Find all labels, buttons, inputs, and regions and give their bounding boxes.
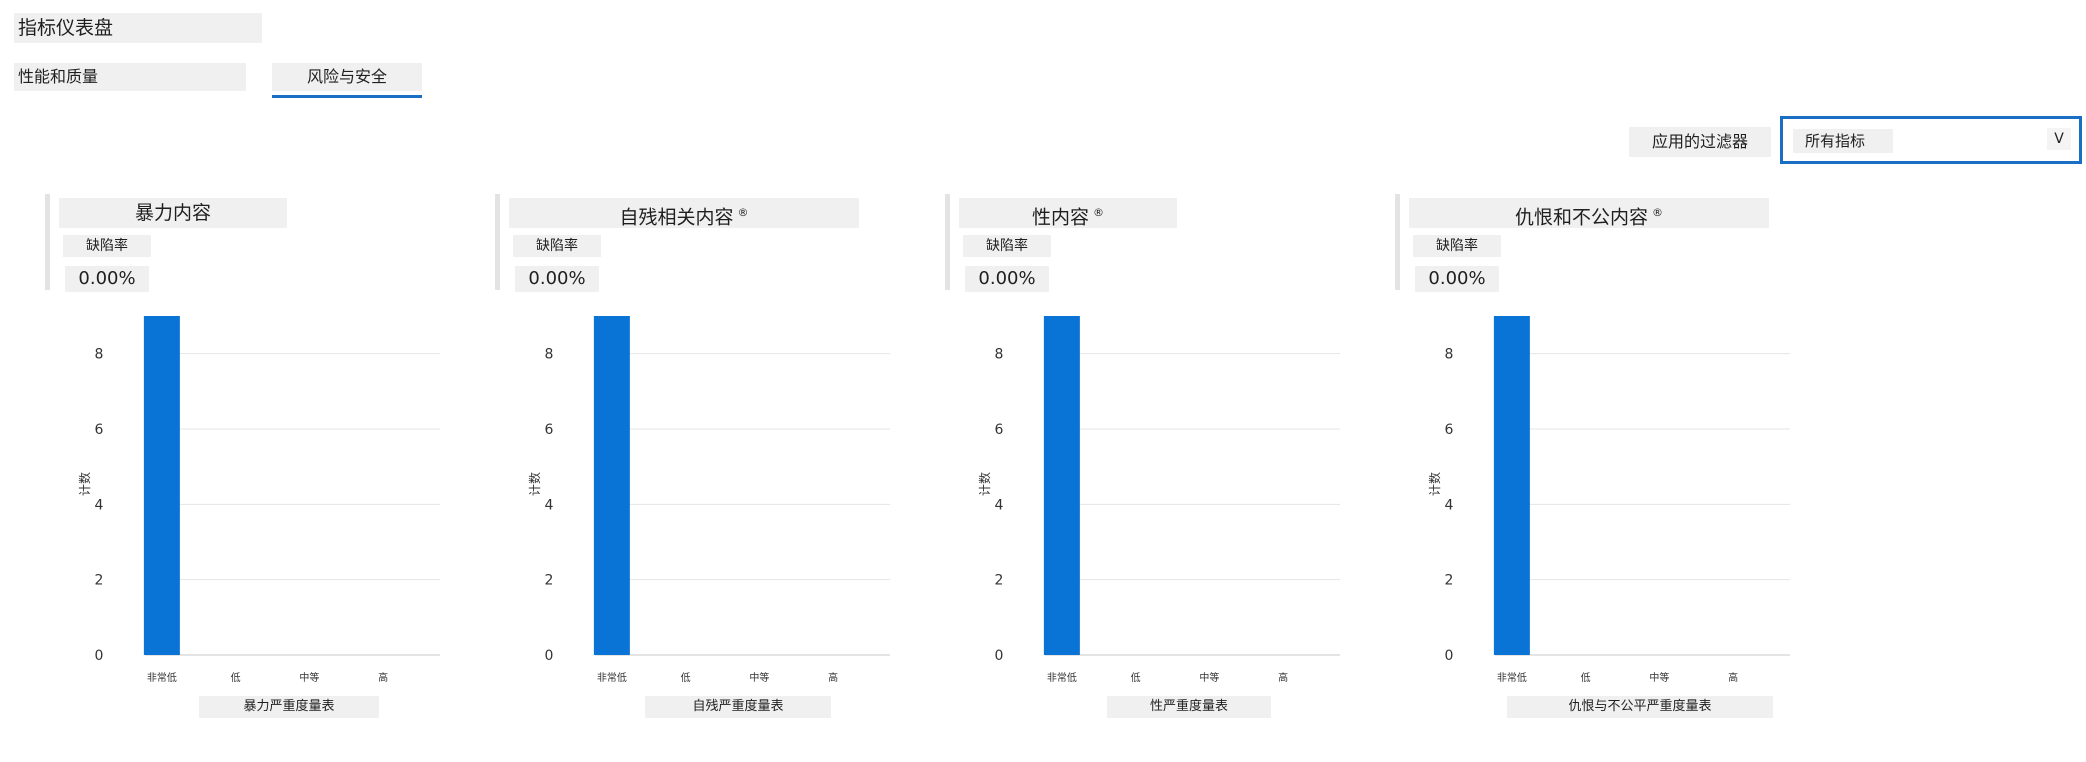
x-tick-label: 中等: [749, 671, 769, 684]
page-title: 指标仪表盘: [14, 13, 262, 43]
x-tick-label: 非常低: [147, 671, 177, 684]
card-hate-unfairness: 仇恨和不公内容 ® 缺陷率 0.00% 0 2 4 6 8 计数 非常低低中等高 仇恨与不公平…: [1395, 194, 1825, 734]
y-axis-label: 计数: [77, 472, 92, 496]
bar-0[interactable]: [593, 316, 630, 655]
x-tick-label: 低: [1131, 671, 1141, 684]
tab-performance-quality[interactable]: 性能和质量: [14, 63, 246, 91]
y-tick-label: 4: [1445, 497, 1454, 513]
y-tick-label: 4: [95, 497, 104, 513]
card-self-harm: 自残相关内容 ® 缺陷率 0.00% 0 2 4 6 8 计数 非常低低中等高 自残严重度量表: [495, 194, 925, 734]
severity-bar-chart: 0 2 4 6 8 计数非常低 低 中等 高: [977, 316, 1340, 684]
severity-bar-chart: 0 2 4 6 8 计数非常低 低 中等 高: [1427, 316, 1790, 684]
x-axis-label: 仇恨与不公平严重度量表: [1507, 696, 1773, 718]
x-tick-label: 非常低: [1497, 671, 1527, 684]
y-axis-label: 计数: [977, 472, 992, 496]
filter-selected-value: 所有指标: [1793, 129, 1893, 153]
y-tick-label: 6: [545, 422, 554, 438]
severity-bar-chart: 0 2 4 6 8 计数非常低 低 中等 高: [77, 316, 440, 684]
y-tick-label: 8: [1445, 347, 1454, 363]
y-tick-label: 0: [545, 648, 554, 664]
x-tick-label: 非常低: [597, 671, 627, 684]
x-tick-label: 高: [1728, 671, 1738, 684]
x-tick-label: 高: [828, 671, 838, 684]
x-tick-label: 低: [1581, 671, 1591, 684]
y-tick-label: 0: [95, 648, 104, 664]
y-tick-label: 4: [545, 497, 554, 513]
x-tick-label: 高: [378, 671, 388, 684]
y-tick-label: 2: [545, 573, 554, 589]
tab-risk-safety[interactable]: 风险与安全: [272, 63, 422, 91]
y-tick-label: 8: [95, 347, 104, 363]
y-tick-label: 6: [95, 422, 104, 438]
x-tick-label: 低: [231, 671, 241, 684]
x-tick-label: 中等: [1649, 671, 1669, 684]
card-violence: 暴力内容 缺陷率 0.00% 0 2 4 6 8 计数 非常低低中等高 暴力严重度量表: [45, 194, 475, 734]
x-tick-label: 中等: [1199, 671, 1219, 684]
x-tick-label: 低: [681, 671, 691, 684]
bar-0[interactable]: [143, 316, 180, 655]
bar-0[interactable]: [1493, 316, 1530, 655]
x-axis-label: 暴力严重度量表: [199, 696, 379, 718]
y-axis-label: 计数: [1427, 472, 1442, 496]
y-tick-label: 0: [1445, 648, 1454, 664]
y-tick-label: 2: [1445, 573, 1454, 589]
x-axis-label: 自残严重度量表: [645, 696, 831, 718]
filter-label: 应用的过滤器: [1629, 127, 1771, 157]
severity-bar-chart: 0 2 4 6 8 计数非常低 低 中等 高: [527, 316, 890, 684]
y-tick-label: 6: [1445, 422, 1454, 438]
tab-selected-indicator: [272, 95, 422, 98]
filter-dropdown[interactable]: 所有指标 V: [1780, 116, 2082, 164]
bar-0[interactable]: [1043, 316, 1080, 655]
x-tick-label: 中等: [299, 671, 319, 684]
y-tick-label: 4: [995, 497, 1004, 513]
x-axis-label: 性严重度量表: [1107, 696, 1271, 718]
y-tick-label: 6: [995, 422, 1004, 438]
chevron-down-icon[interactable]: V: [2047, 128, 2071, 150]
x-tick-label: 非常低: [1047, 671, 1077, 684]
x-tick-label: 高: [1278, 671, 1288, 684]
y-tick-label: 8: [995, 347, 1004, 363]
y-tick-label: 2: [95, 573, 104, 589]
card-sexual: 性内容 ® 缺陷率 0.00% 0 2 4 6 8 计数 非常低低中等高 性严重度量表: [945, 194, 1375, 734]
y-tick-label: 0: [995, 648, 1004, 664]
metrics-dashboard: 指标仪表盘 性能和质量 风险与安全 应用的过滤器 所有指标 V 暴力内容 缺陷率…: [0, 0, 2086, 762]
y-tick-label: 2: [995, 573, 1004, 589]
y-tick-label: 8: [545, 347, 554, 363]
y-axis-label: 计数: [527, 472, 542, 496]
